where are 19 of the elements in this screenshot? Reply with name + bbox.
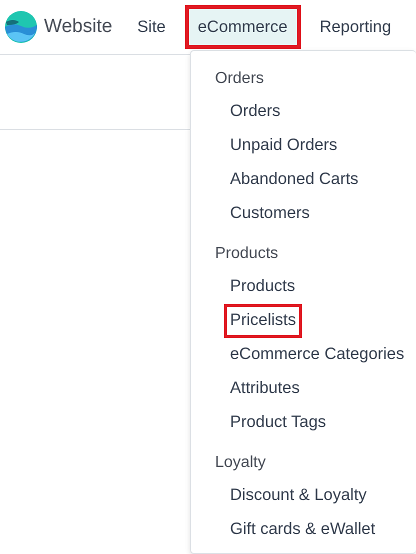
menu-item[interactable]: Site bbox=[124, 4, 179, 50]
dropdown-item[interactable]: Pricelists bbox=[224, 304, 302, 338]
section-heading: Loyalty bbox=[214, 453, 267, 473]
dropdown-item[interactable]: Attributes bbox=[224, 372, 306, 406]
menu-item[interactable]: Reporting bbox=[306, 4, 404, 50]
menu-item[interactable]: eCommerce bbox=[184, 4, 301, 50]
section-heading: Orders bbox=[214, 69, 265, 89]
dropdown-item[interactable]: Discount & Loyalty bbox=[224, 479, 373, 513]
dropdown-item[interactable]: Customers bbox=[224, 197, 316, 231]
app-title: Website bbox=[44, 14, 112, 39]
dropdown-item[interactable]: Orders bbox=[224, 95, 286, 129]
dropdown-item[interactable]: eCommerce Categories bbox=[224, 338, 410, 372]
logo-icon bbox=[4, 10, 38, 44]
dropdown-item[interactable]: Abandoned Carts bbox=[224, 163, 364, 197]
dropdown-item[interactable]: Products bbox=[224, 270, 302, 304]
dropdown-item[interactable]: Unpaid Orders bbox=[224, 129, 344, 163]
dropdown-item[interactable]: Gift cards & eWallet bbox=[224, 513, 382, 547]
section-heading: Products bbox=[214, 244, 280, 264]
dropdown-item[interactable]: Product Tags bbox=[224, 406, 332, 440]
